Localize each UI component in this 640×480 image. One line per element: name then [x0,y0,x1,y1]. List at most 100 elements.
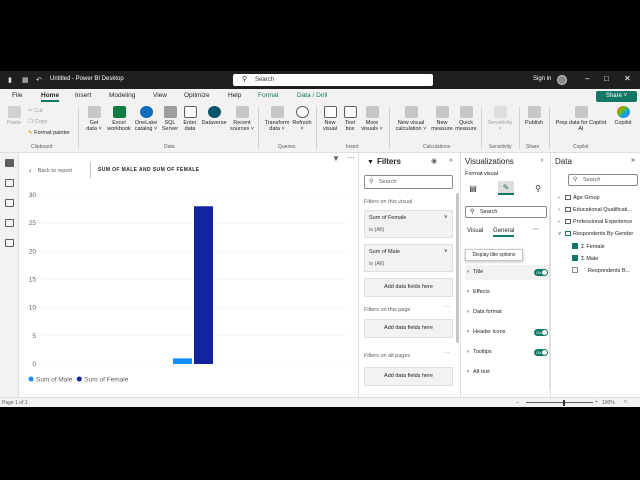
section-tooltips[interactable]: › Tooltips On [465,345,549,360]
add-data-fields-page[interactable]: Add data fields here [364,319,453,338]
dataverse-button[interactable]: Dataverse [200,106,228,126]
tab-general[interactable]: General [493,228,515,237]
avatar[interactable] [557,75,567,85]
field-male[interactable]: Σ Male [572,255,598,262]
filter-card-female[interactable]: Sum of Female is (All) ˅ [364,210,453,238]
new-measure-button[interactable]: New measure [431,106,453,132]
tab-optimize[interactable]: Optimize [184,92,210,99]
tooltips-toggle[interactable]: On [534,349,548,356]
maximize-icon[interactable]: □ [604,74,609,83]
format-visual-tab[interactable]: ✎ [498,181,514,195]
save-icon[interactable]: ▦ [22,75,29,85]
recent-sources-button[interactable]: Recent sources ˅ [229,106,255,132]
add-data-fields-all[interactable]: Add data fields here [364,367,453,386]
tab-home[interactable]: Home [41,92,60,102]
filter-icon[interactable]: ▼ [332,154,340,163]
filters-scrollbar[interactable] [456,193,459,343]
minimize-icon[interactable]: – [585,74,589,83]
refresh-button[interactable]: Refresh ˅ [292,106,312,132]
tab-help[interactable]: Help [228,92,241,99]
analytics-tab[interactable]: ⚲ [530,181,546,195]
model-view-icon[interactable] [5,199,14,207]
dax-query-view-icon[interactable] [5,219,14,227]
chevron-down-icon[interactable]: ˅ [444,249,448,255]
collapse-filters-icon[interactable]: » [449,157,453,164]
more-options-icon[interactable]: ⋯ [533,226,539,233]
transform-data-button[interactable]: Transform data ˅ [262,106,292,132]
copilot-button[interactable]: Copilot [611,106,635,126]
more-options-icon[interactable]: ⋯ [444,305,450,311]
checkbox[interactable] [572,267,578,273]
filters-search-input[interactable]: ⚲ Search [364,175,453,189]
zoom-slider-thumb[interactable] [563,400,565,406]
format-painter-button[interactable]: ✎ Format painter [28,130,70,136]
get-data-button[interactable]: Get data ˅ [83,106,105,132]
collapse-viz-icon[interactable]: › [541,157,543,164]
data-search-input[interactable]: ⚲ Search [568,174,638,186]
add-data-fields-visual[interactable]: Add data fields here [364,278,453,297]
publish-button[interactable]: Publish [522,106,546,126]
checkbox[interactable] [572,255,578,261]
section-alt-text[interactable]: › Alt text [465,365,549,380]
tab-format[interactable]: Format [258,92,279,99]
field-female[interactable]: Σ Female [572,243,605,250]
table-professional-experience[interactable]: › Professional Experience [558,219,632,225]
tmdl-view-icon[interactable] [5,239,14,247]
legend-label[interactable]: Sum of Female [84,377,128,384]
table-educational-qualification[interactable]: › Educational Qualificati... [558,207,632,213]
sensitivity-button[interactable]: Sensitivity ˅ [485,106,515,132]
section-data-format[interactable]: › Data format [465,305,549,320]
filter-card-male[interactable]: Sum of Male is (All) ˅ [364,244,453,272]
collapse-data-icon[interactable]: » [631,157,635,164]
tab-file[interactable]: File [12,92,22,99]
format-search-input[interactable]: ⚲ Search [465,206,547,218]
table-view-icon[interactable] [5,179,14,187]
global-search-input[interactable]: ⚲ Search [233,74,433,86]
undo-icon[interactable]: ↶ [36,75,42,85]
text-box-button[interactable]: Text box [342,106,358,132]
sign-in-link[interactable]: Sign in [533,76,551,82]
copy-button[interactable]: ❐ Copy [28,119,47,125]
prep-data-copilot-button[interactable]: Prep data for Copilot AI [553,106,609,132]
new-visual-button[interactable]: New visual [321,106,339,132]
zoom-in-icon[interactable]: + [595,399,598,405]
eye-icon[interactable]: ◉ [431,157,437,165]
back-to-report-button[interactable]: ‹ Back to report [29,166,72,175]
onelake-catalog-button[interactable]: OneLake catalog ˅ [133,106,159,132]
sql-server-button[interactable]: SQL Server [160,106,180,132]
bar-sum-of-male[interactable] [173,358,192,364]
zoom-out-icon[interactable]: – [516,400,519,406]
report-view-icon[interactable] [5,159,14,167]
more-options-icon[interactable]: ⋯ [444,351,450,357]
table-age-group[interactable]: › Age Group [558,195,600,201]
header-icons-toggle[interactable]: On [534,329,548,336]
table-respondents-by-gender[interactable]: ˅ Respondents By Gender [558,231,633,237]
new-visual-calculation-button[interactable]: New visual calculation ˅ [393,106,429,132]
chevron-down-icon[interactable]: ˅ [444,215,448,221]
title-toggle[interactable]: On [534,269,548,276]
tab-view[interactable]: View [153,92,167,99]
zoom-slider[interactable] [526,402,593,403]
excel-workbook-button[interactable]: Excel workbook [106,106,132,132]
more-visuals-button[interactable]: More visuals ˅ [360,106,384,132]
section-effects[interactable]: › Effects [465,285,549,300]
more-options-icon[interactable]: ⋯ [347,153,355,162]
tab-visual[interactable]: Visual [467,228,483,234]
enter-data-button[interactable]: Enter data [181,106,199,132]
build-visual-tab[interactable]: ▤ [465,181,481,195]
field-respondents[interactable]: Respondents B... [572,267,630,274]
fit-to-page-icon[interactable]: □ [624,399,627,405]
share-button[interactable]: Share ˅ [596,91,637,102]
checkbox[interactable] [572,243,578,249]
section-title[interactable]: › Title On [465,265,549,280]
tab-modeling[interactable]: Modeling [109,92,135,99]
close-icon[interactable]: ✕ [624,74,631,83]
tab-insert[interactable]: Insert [75,92,91,99]
paste-button[interactable]: Paste [4,106,24,126]
legend-label[interactable]: Sum of Male [36,377,73,384]
bar-sum-of-female[interactable] [194,206,213,364]
cut-button[interactable]: ✂ Cut [28,108,43,114]
section-header-icons[interactable]: › Header icons On [465,325,549,340]
clustered-column-chart[interactable]: 0 5 10 15 20 25 30 Sum of Male Sum of Female [19,153,358,397]
quick-measure-button[interactable]: Quick measure [455,106,477,132]
